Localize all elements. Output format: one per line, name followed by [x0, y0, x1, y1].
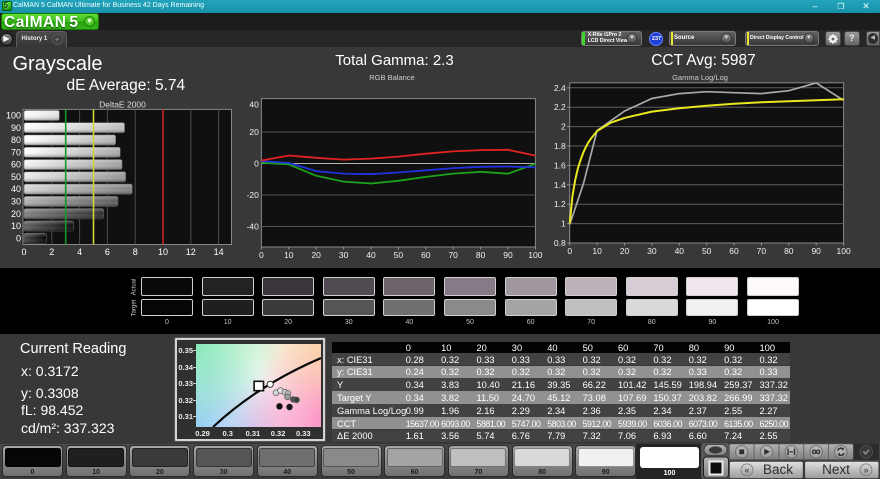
svg-text:-20: -20 [247, 190, 260, 200]
svg-text:30: 30 [647, 246, 657, 256]
svg-text:0: 0 [567, 246, 572, 256]
svg-text:90: 90 [11, 123, 21, 133]
svg-text:4: 4 [77, 247, 82, 257]
svg-text:40: 40 [249, 100, 259, 110]
svg-text:1.6: 1.6 [554, 160, 566, 170]
svg-text:40: 40 [11, 184, 21, 194]
svg-text:12: 12 [186, 247, 196, 257]
svg-text:1.2: 1.2 [554, 199, 566, 209]
svg-text:20: 20 [249, 127, 259, 137]
svg-text:60: 60 [421, 250, 431, 260]
svg-text:90: 90 [811, 246, 821, 256]
svg-text:Back: Back [763, 462, 793, 477]
svg-text:0: 0 [259, 250, 264, 260]
svg-text:1.8: 1.8 [554, 141, 566, 151]
svg-text:10: 10 [11, 221, 21, 231]
svg-text:80: 80 [476, 250, 486, 260]
svg-text:50: 50 [11, 172, 21, 182]
svg-text:8: 8 [133, 247, 138, 257]
svg-text:80: 80 [784, 246, 794, 256]
svg-text:0: 0 [21, 247, 26, 257]
svg-text:90: 90 [503, 250, 513, 260]
svg-text:60: 60 [11, 160, 21, 170]
svg-text:30: 30 [339, 250, 349, 260]
svg-text:40: 40 [366, 250, 376, 260]
svg-text:2.2: 2.2 [554, 102, 566, 112]
svg-text:60: 60 [729, 246, 739, 256]
svg-text:70: 70 [448, 250, 458, 260]
svg-text:0: 0 [254, 159, 259, 169]
svg-text:-40: -40 [247, 222, 260, 232]
svg-text:100: 100 [837, 246, 851, 256]
svg-text:DeltaE 2000: DeltaE 2000 [99, 100, 146, 110]
svg-text:20: 20 [11, 209, 21, 219]
svg-text:»: » [863, 465, 868, 475]
svg-text:10: 10 [158, 247, 168, 257]
svg-text:10: 10 [284, 250, 294, 260]
svg-text:2: 2 [561, 122, 566, 132]
svg-text:20: 20 [620, 246, 630, 256]
svg-text:20: 20 [311, 250, 321, 260]
svg-text:70: 70 [757, 246, 767, 256]
svg-text:30: 30 [11, 196, 21, 206]
svg-text:«: « [744, 465, 749, 475]
svg-text:10: 10 [592, 246, 602, 256]
svg-text:2.4: 2.4 [554, 83, 566, 93]
svg-text:0: 0 [16, 233, 21, 243]
svg-text:0.8: 0.8 [554, 238, 566, 248]
svg-text:6: 6 [105, 247, 110, 257]
svg-text:100: 100 [6, 110, 21, 120]
svg-text:50: 50 [702, 246, 712, 256]
svg-text:2: 2 [49, 247, 54, 257]
svg-text:80: 80 [11, 135, 21, 145]
svg-text:Next: Next [822, 462, 850, 477]
svg-text:40: 40 [675, 246, 685, 256]
svg-text:100: 100 [528, 250, 542, 260]
svg-text:50: 50 [394, 250, 404, 260]
svg-text:1: 1 [561, 219, 566, 229]
svg-text:70: 70 [11, 147, 21, 157]
svg-text:1.4: 1.4 [554, 180, 566, 190]
svg-text:14: 14 [214, 247, 224, 257]
